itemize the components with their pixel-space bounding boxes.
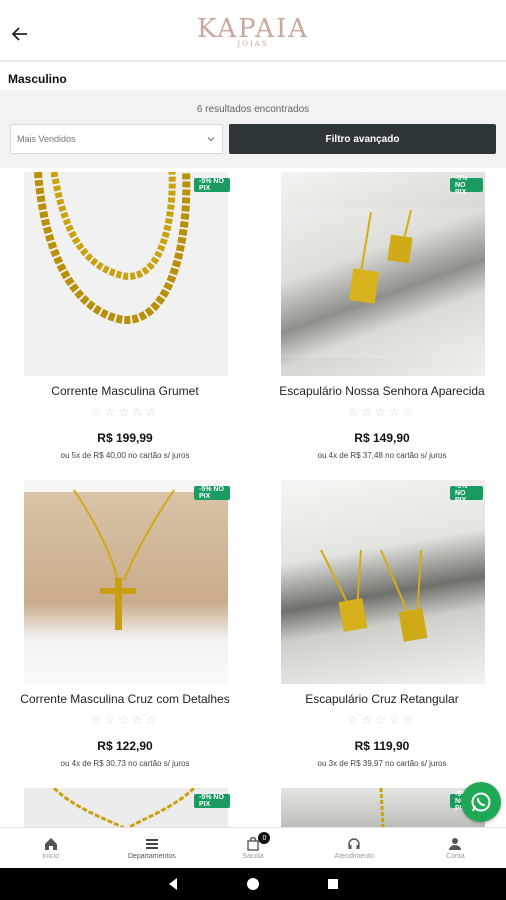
chevron-down-icon: [207, 137, 215, 142]
sort-selected-value: Mais Vendidos: [17, 134, 76, 144]
whatsapp-icon: [471, 792, 491, 812]
rating-stars: ☆☆☆☆☆: [90, 405, 160, 419]
product-name[interactable]: Escapulário Nossa Senhora Aparecida: [257, 384, 506, 398]
system-recents-icon[interactable]: [326, 877, 340, 891]
product-name[interactable]: Corrente Masculina Cruz com Detalhes: [0, 692, 250, 706]
rating-stars: ☆☆☆☆☆: [90, 713, 160, 727]
product-name[interactable]: Escapulário Cruz Retangular: [257, 692, 506, 706]
advanced-filter-button[interactable]: Filtro avançado: [229, 124, 496, 154]
bottom-navigation: Início Departamentos 0 Sacola Atendiment…: [0, 827, 506, 868]
top-bar: KAPAIA JOIAS: [0, 0, 506, 62]
product-image[interactable]: [281, 480, 485, 684]
product-image[interactable]: [281, 172, 485, 376]
system-back-icon[interactable]: [166, 877, 180, 891]
nav-label: Início: [42, 852, 59, 860]
results-count: 6 resultados encontrados: [196, 104, 310, 115]
category-title: Masculino: [8, 72, 67, 86]
nav-label: Atendimento: [334, 852, 374, 860]
system-home-icon[interactable]: [246, 877, 260, 891]
nav-label: Departamentos: [127, 852, 176, 860]
pix-discount-badge: -5% NO PIX: [194, 178, 230, 192]
sort-select[interactable]: Mais Vendidos: [10, 124, 223, 154]
nav-label: Sacola: [242, 852, 264, 860]
pix-discount-badge: -5% NO PIX: [194, 794, 230, 808]
nav-item-departments[interactable]: Departamentos: [101, 828, 202, 868]
installments-text: ou 4x de R$ 37,48 no cartão s/ juros: [317, 451, 447, 460]
installments-text: ou 5x de R$ 40,00 no cartão s/ juros: [60, 451, 190, 460]
whatsapp-button[interactable]: [461, 782, 501, 822]
nav-label: Conta: [446, 852, 465, 860]
home-icon: [44, 837, 57, 850]
logo-subtitle: JOIAS: [237, 40, 269, 48]
product-price: R$ 122,90: [97, 739, 153, 753]
nav-item-home[interactable]: Início: [0, 828, 101, 868]
product-price: R$ 199,99: [97, 431, 153, 445]
person-icon: [449, 837, 462, 850]
installments-text: ou 3x de R$ 39,97 no cartão s/ juros: [317, 759, 447, 768]
product-name[interactable]: Corrente Masculina Grumet: [0, 384, 250, 398]
installments-text: ou 4x de R$ 30,73 no cartão s/ juros: [60, 759, 190, 768]
product-image[interactable]: [24, 480, 228, 684]
nav-item-account[interactable]: Conta: [405, 828, 506, 868]
system-navigation-bar: [0, 868, 506, 900]
bag-count-badge: 0: [258, 832, 271, 844]
pix-discount-badge: -5% NO PIX: [450, 483, 483, 504]
pix-discount-badge: -5% NO PIX: [450, 175, 483, 196]
filter-bar: 6 resultados encontrados Mais Vendidos F…: [0, 90, 506, 168]
product-image[interactable]: [24, 172, 228, 376]
headset-icon: [348, 837, 360, 849]
rating-stars: ☆☆☆☆☆: [347, 405, 417, 419]
product-price: R$ 119,90: [354, 739, 410, 753]
product-price: R$ 149,90: [354, 431, 410, 445]
pix-discount-badge: -5% NO PIX: [194, 486, 230, 500]
departments-icon: [145, 838, 158, 849]
rating-stars: ☆☆☆☆☆: [347, 713, 417, 727]
nav-item-support[interactable]: Atendimento: [304, 828, 405, 868]
nav-item-bag[interactable]: 0 Sacola: [202, 828, 303, 868]
store-logo[interactable]: KAPAIA JOIAS: [0, 14, 506, 48]
